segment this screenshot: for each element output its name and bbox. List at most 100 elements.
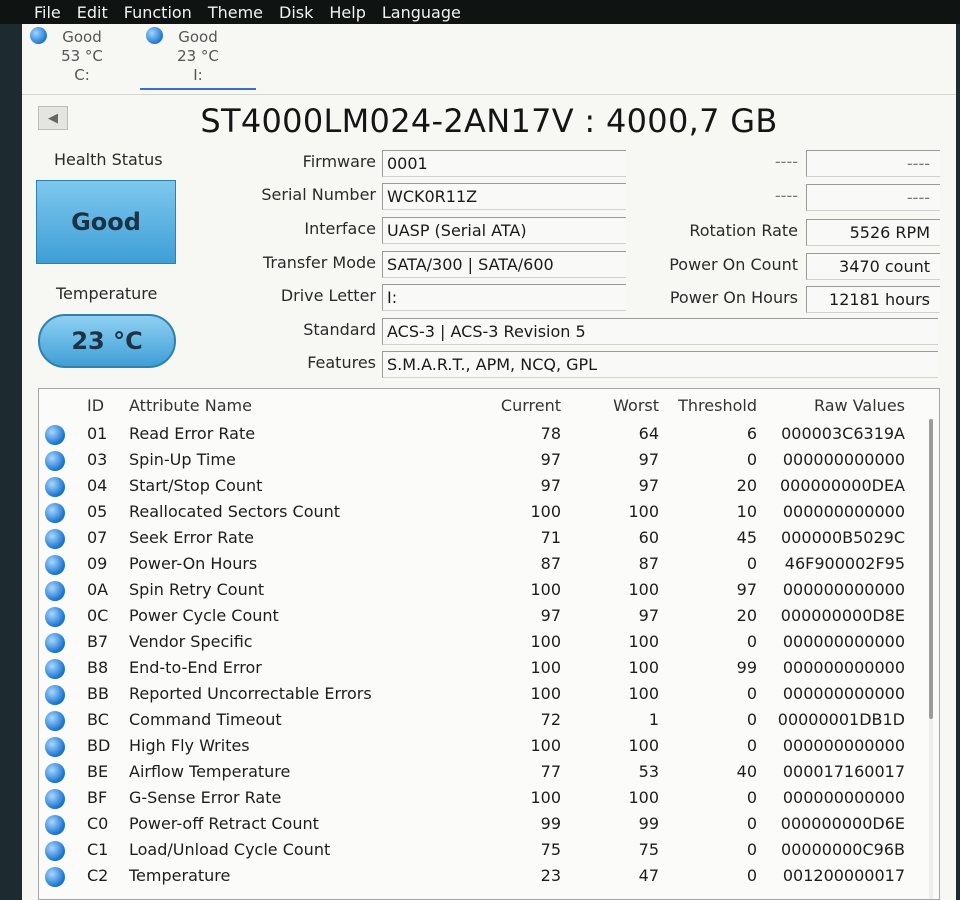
attribute-threshold: 0 — [746, 450, 757, 469]
status-dot-icon — [45, 451, 65, 471]
status-dot-icon — [45, 529, 65, 549]
attribute-current: 100 — [530, 580, 561, 599]
table-row[interactable]: 03 Spin-Up Time 97 97 0 000000000000 — [39, 447, 909, 473]
main-window: Good 53 °C C: Good 23 °C I: ST4000LM024-… — [22, 24, 956, 900]
header-id[interactable]: ID — [87, 393, 104, 419]
attribute-name: Vendor Specific — [129, 632, 253, 651]
attribute-current: 100 — [530, 736, 561, 755]
table-row[interactable]: BC Command Timeout 72 1 0 00000001DB1D — [39, 707, 909, 733]
attribute-threshold: 0 — [746, 554, 757, 573]
firmware-field: 0001 — [382, 150, 626, 177]
menu-disk[interactable]: Disk — [279, 3, 313, 22]
attribute-raw-value: 000000000D8E — [780, 606, 905, 625]
header-current[interactable]: Current — [469, 393, 561, 419]
attribute-raw-value: 000000000000 — [782, 736, 905, 755]
attribute-worst: 100 — [628, 658, 659, 677]
attribute-id: C2 — [87, 866, 109, 885]
table-row[interactable]: BB Reported Uncorrectable Errors 100 100 0 00… — [39, 681, 909, 707]
table-row[interactable]: 05 Reallocated Sectors Count 100 100 10 00000… — [39, 499, 909, 525]
attribute-name: Airflow Temperature — [129, 762, 291, 781]
status-dot-icon — [45, 763, 65, 783]
transfer-mode-field: SATA/300 | SATA/600 — [382, 251, 626, 278]
table-row[interactable]: C2 Temperature 23 47 0 001200000017 — [39, 863, 909, 889]
header-threshold[interactable]: Threshold — [669, 393, 757, 419]
status-dot-icon — [45, 841, 65, 861]
table-row[interactable]: C1 Load/Unload Cycle Count 75 75 0 00000000C9… — [39, 837, 909, 863]
header-raw-values[interactable]: Raw Values — [767, 393, 905, 419]
table-row[interactable]: B8 End-to-End Error 100 100 99 000000000000 — [39, 655, 909, 681]
status-dot-icon — [45, 477, 65, 497]
attribute-name: High Fly Writes — [129, 736, 250, 755]
table-row[interactable]: 0A Spin Retry Count 100 100 97 000000000000 — [39, 577, 909, 603]
attribute-id: C0 — [87, 814, 109, 833]
menu-edit[interactable]: Edit — [77, 3, 108, 22]
attribute-id: 01 — [87, 424, 108, 443]
attribute-current: 97 — [540, 476, 561, 495]
attribute-worst: 1 — [648, 710, 659, 729]
status-dot-icon — [45, 789, 65, 809]
disk-tab-c[interactable]: Good 53 °C C: — [24, 24, 140, 90]
attribute-threshold: 0 — [746, 736, 757, 755]
attribute-worst: 64 — [638, 424, 659, 443]
attribute-id: BD — [87, 736, 111, 755]
table-row[interactable]: 07 Seek Error Rate 71 60 45 000000B5029C — [39, 525, 909, 551]
status-dot-icon — [45, 815, 65, 835]
scrollbar[interactable] — [929, 419, 933, 899]
menu-theme[interactable]: Theme — [208, 3, 263, 22]
attribute-id: B7 — [87, 632, 109, 651]
health-status-button[interactable]: Good — [36, 180, 176, 264]
attribute-raw-value: 000017160017 — [782, 762, 905, 781]
attribute-threshold: 40 — [736, 762, 757, 781]
header-attribute-name[interactable]: Attribute Name — [129, 393, 252, 419]
attribute-id: 04 — [87, 476, 108, 495]
smart-attribute-table[interactable]: ID Attribute Name Current Worst Threshol… — [38, 388, 940, 900]
status-dot-icon — [146, 27, 163, 44]
table-row[interactable]: 09 Power-On Hours 87 87 0 46F900002F95 — [39, 551, 909, 577]
menu-function[interactable]: Function — [124, 3, 192, 22]
status-dot-icon — [45, 425, 65, 445]
table-row[interactable]: B7 Vendor Specific 100 100 0 000000000000 — [39, 629, 909, 655]
scrollbar-thumb[interactable] — [929, 419, 933, 719]
attribute-raw-value: 000000000000 — [782, 580, 905, 599]
temperature-button[interactable]: 23 °C — [38, 314, 176, 368]
disk-temp: 23 °C — [177, 47, 219, 65]
menu-language[interactable]: Language — [382, 3, 461, 22]
attribute-name: Start/Stop Count — [129, 476, 263, 495]
attribute-current: 75 — [540, 840, 561, 859]
header-worst[interactable]: Worst — [569, 393, 659, 419]
divider — [22, 94, 956, 95]
status-dot-icon — [30, 27, 47, 44]
disk-tab-i[interactable]: Good 23 °C I: — [140, 24, 256, 90]
attribute-name: Reported Uncorrectable Errors — [129, 684, 372, 703]
status-dot-icon — [45, 711, 65, 731]
attribute-name: Reallocated Sectors Count — [129, 502, 341, 521]
attribute-name: Spin-Up Time — [129, 450, 236, 469]
power-on-hours-label: Power On Hours — [669, 288, 798, 307]
table-row[interactable]: 01 Read Error Rate 78 64 6 000003C6319A — [39, 421, 909, 447]
attribute-current: 72 — [540, 710, 561, 729]
drive-letter-field: I: — [382, 284, 626, 311]
attribute-threshold: 0 — [746, 632, 757, 651]
attribute-raw-value: 000000000DEA — [780, 476, 905, 495]
attribute-name: Spin Retry Count — [129, 580, 265, 599]
serial-number-field: WCK0R11Z — [382, 183, 626, 210]
attribute-id: 07 — [87, 528, 108, 547]
attribute-current: 23 — [540, 866, 561, 885]
table-row[interactable]: 0C Power Cycle Count 97 97 20 000000000D8E — [39, 603, 909, 629]
table-row[interactable]: BF G-Sense Error Rate 100 100 0 000000000000 — [39, 785, 909, 811]
attribute-worst: 100 — [628, 684, 659, 703]
previous-disk-button[interactable]: ◀ — [38, 106, 68, 130]
table-row[interactable]: 04 Start/Stop Count 97 97 20 000000000DEA — [39, 473, 909, 499]
menu-help[interactable]: Help — [329, 3, 365, 22]
table-row[interactable]: BD High Fly Writes 100 100 0 000000000000 — [39, 733, 909, 759]
attribute-threshold: 97 — [736, 580, 757, 599]
table-row[interactable]: C0 Power-off Retract Count 99 99 0 000000000D… — [39, 811, 909, 837]
menu-file[interactable]: File — [34, 3, 61, 22]
attribute-raw-value: 000003C6319A — [781, 424, 905, 443]
attribute-raw-value: 000000000000 — [782, 502, 905, 521]
interface-field: UASP (Serial ATA) — [382, 217, 626, 244]
disk-letter: I: — [193, 66, 203, 84]
attribute-threshold: 0 — [746, 710, 757, 729]
attribute-worst: 87 — [638, 554, 659, 573]
table-row[interactable]: BE Airflow Temperature 77 53 40 000017160017 — [39, 759, 909, 785]
